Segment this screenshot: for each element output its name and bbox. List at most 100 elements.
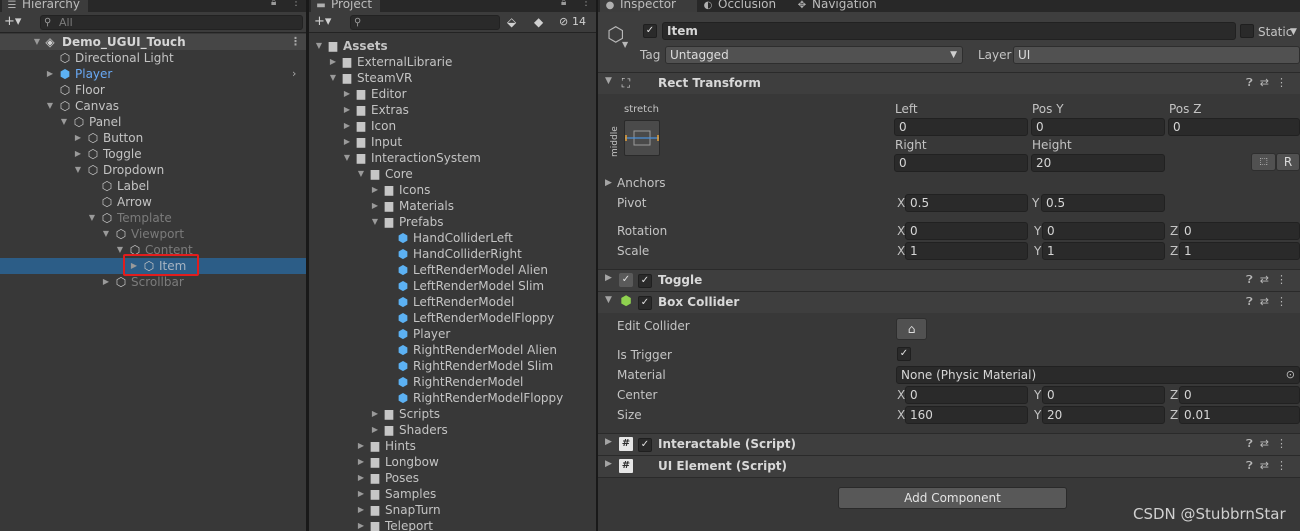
add-component-button[interactable]: Add Component — [838, 487, 1067, 509]
hierarchy-item[interactable]: ⬡ Arrow — [0, 194, 306, 210]
expand-arrow-icon[interactable]: ▼ — [370, 214, 380, 230]
project-folder-item[interactable]: ▼ ▆ SteamVR — [309, 70, 596, 86]
presets-icon[interactable]: ⇄ — [1260, 437, 1276, 450]
interactable-enabled-checkbox[interactable]: ✓ — [638, 438, 652, 452]
active-checkbox[interactable]: ✓ — [643, 24, 657, 38]
expand-arrow-icon[interactable]: ▼ — [605, 76, 612, 86]
expand-arrow-icon[interactable]: ▼ — [342, 150, 352, 166]
collapsed-arrow-icon[interactable]: ▶ — [605, 273, 612, 283]
size-z-field[interactable]: 0.01 — [1179, 406, 1300, 424]
is-trigger-checkbox[interactable]: ✓ — [897, 347, 911, 361]
project-folder-item[interactable]: ▶ ▆ ExternalLibrarie — [309, 54, 596, 70]
tab-hierarchy[interactable]: ☰ Hierarchy — [2, 0, 89, 12]
help-icon[interactable]: ❓︎ — [1246, 273, 1260, 286]
project-folder-item[interactable]: ▶ ▆ Icon — [309, 118, 596, 134]
collapsed-arrow-icon[interactable]: ▶ — [605, 175, 612, 191]
collapsed-arrow-icon[interactable]: ▶ — [342, 118, 352, 134]
project-prefab-item[interactable]: ⬢ Player — [309, 326, 596, 342]
collapsed-arrow-icon[interactable]: ▶ — [605, 437, 612, 447]
material-field[interactable]: None (Physic Material) ⊙ — [896, 366, 1300, 384]
project-prefab-item[interactable]: ⬢ LeftRenderModelFloppy — [309, 310, 596, 326]
presets-icon[interactable]: ⇄ — [1260, 295, 1276, 308]
project-prefab-item[interactable]: ⬢ HandColliderLeft — [309, 230, 596, 246]
kebab-menu-icon[interactable]: ⋮ — [1276, 273, 1294, 286]
expand-arrow-icon[interactable]: ▼ — [59, 114, 69, 130]
rotation-z-field[interactable]: 0 — [1179, 222, 1300, 240]
hierarchy-item[interactable]: ▶ ⬡ Toggle — [0, 146, 306, 162]
hierarchy-item[interactable]: ▶ ⬡ Scrollbar — [0, 274, 306, 290]
collapsed-arrow-icon[interactable]: ▶ — [370, 182, 380, 198]
kebab-menu-icon[interactable]: ⋮ — [1276, 295, 1294, 308]
collapsed-arrow-icon[interactable]: ▶ — [342, 134, 352, 150]
object-picker-icon[interactable]: ⊙ — [1286, 367, 1295, 383]
edit-collider-button[interactable]: ⌂ — [896, 318, 927, 340]
expand-arrow-icon[interactable]: ▼ — [605, 295, 612, 305]
hierarchy-item-selected[interactable]: ▶ ⬡ Item — [0, 258, 306, 274]
posz-field[interactable]: 0 — [1168, 118, 1300, 136]
ui-element-script-header[interactable]: ▶ # UI Element (Script) ❓︎⇄⋮ — [598, 455, 1300, 477]
kebab-menu-icon[interactable]: ⋮ — [1276, 76, 1294, 89]
hierarchy-item[interactable]: ⬡ Floor — [0, 82, 306, 98]
project-folder-item[interactable]: ▶ ▆ SnapTurn — [309, 502, 596, 518]
project-folder-item[interactable]: ▶ ▆ Longbow — [309, 454, 596, 470]
collapsed-arrow-icon[interactable]: ▶ — [342, 102, 352, 118]
hierarchy-item[interactable]: ▼ ⬡ Viewport — [0, 226, 306, 242]
pivot-y-field[interactable]: 0.5 — [1041, 194, 1165, 212]
interactable-script-header[interactable]: ▶ # ✓ Interactable (Script) ❓︎⇄⋮ — [598, 433, 1300, 455]
box-collider-header[interactable]: ▼ ⬢ ✓ Box Collider ❓︎⇄⋮ — [598, 291, 1300, 313]
icon-dropdown-arrow-icon[interactable]: ▼ — [622, 40, 628, 49]
expand-arrow-icon[interactable]: ▼ — [356, 166, 366, 182]
component-header-buttons[interactable]: ❓︎⇄⋮ — [1246, 459, 1294, 473]
component-header-buttons[interactable]: ❓︎⇄⋮ — [1246, 437, 1294, 451]
filter-by-type-icon[interactable]: ⬙ — [507, 13, 516, 31]
tab-occlusion[interactable]: ◐ Occlusion — [698, 0, 784, 12]
project-folder-item[interactable]: ▶ ▆ Teleport — [309, 518, 596, 531]
project-folder-item[interactable]: ▼ ▆ Prefabs — [309, 214, 596, 230]
raw-edit-button[interactable]: R — [1276, 153, 1300, 171]
posy-field[interactable]: 0 — [1031, 118, 1165, 136]
kebab-menu-icon[interactable]: ⋮ — [1276, 437, 1294, 450]
collapsed-arrow-icon[interactable]: ▶ — [129, 258, 139, 274]
blueprint-mode-button[interactable]: ⬚ — [1251, 153, 1276, 171]
layer-dropdown[interactable]: UI — [1013, 46, 1300, 64]
presets-icon[interactable]: ⇄ — [1260, 273, 1276, 286]
project-prefab-item[interactable]: ⬢ RightRenderModel — [309, 374, 596, 390]
scale-x-field[interactable]: 1 — [905, 242, 1028, 260]
project-folder-item[interactable]: ▶ ▆ Icons — [309, 182, 596, 198]
collapsed-arrow-icon[interactable]: ▶ — [356, 486, 366, 502]
presets-icon[interactable]: ⇄ — [1260, 459, 1276, 472]
project-prefab-item[interactable]: ⬢ LeftRenderModel Slim — [309, 278, 596, 294]
project-folder-item[interactable]: ▶ ▆ Hints — [309, 438, 596, 454]
center-y-field[interactable]: 0 — [1042, 386, 1165, 404]
collapsed-arrow-icon[interactable]: ▶ — [356, 470, 366, 486]
expand-arrow-icon[interactable]: ▼ — [87, 210, 97, 226]
collapsed-arrow-icon[interactable]: ▶ — [356, 502, 366, 518]
project-prefab-item[interactable]: ⬢ RightRenderModelFloppy — [309, 390, 596, 406]
rect-transform-header[interactable]: ▼ ⛶ Rect Transform ❓︎⇄⋮ — [598, 72, 1300, 94]
hierarchy-item[interactable]: ▼ ⬡ Panel — [0, 114, 306, 130]
right-field[interactable]: 0 — [894, 154, 1028, 172]
center-x-field[interactable]: 0 — [905, 386, 1028, 404]
static-checkbox[interactable] — [1240, 24, 1254, 38]
project-folder-item[interactable]: ▼ ▆ InteractionSystem — [309, 150, 596, 166]
collapsed-arrow-icon[interactable]: ▶ — [356, 438, 366, 454]
expand-arrow-icon[interactable]: ▼ — [73, 162, 83, 178]
component-header-buttons[interactable]: ❓︎⇄⋮ — [1246, 76, 1294, 90]
project-prefab-item[interactable]: ⬢ LeftRenderModel — [309, 294, 596, 310]
chevron-right-icon[interactable]: › — [292, 66, 296, 82]
help-icon[interactable]: ❓︎ — [1246, 437, 1260, 450]
project-prefab-item[interactable]: ⬢ LeftRenderModel Alien — [309, 262, 596, 278]
hierarchy-item[interactable]: ⬡ Label — [0, 178, 306, 194]
expand-arrow-icon[interactable]: ▼ — [101, 226, 111, 242]
hierarchy-item[interactable]: ▼ ⬡ Template — [0, 210, 306, 226]
collapsed-arrow-icon[interactable]: ▶ — [370, 422, 380, 438]
tag-dropdown[interactable]: Untagged ▼ — [665, 46, 963, 64]
help-icon[interactable]: ❓︎ — [1246, 295, 1260, 308]
rotation-x-field[interactable]: 0 — [905, 222, 1028, 240]
toggle-enabled-checkbox[interactable]: ✓ — [638, 274, 652, 288]
kebab-menu-icon[interactable]: ⋮ — [291, 0, 301, 10]
collapsed-arrow-icon[interactable]: ▶ — [605, 459, 612, 469]
toggle-component-header[interactable]: ▶ ✓ ✓ Toggle ❓︎⇄⋮ — [598, 269, 1300, 291]
project-folder-item[interactable]: ▶ ▆ Samples — [309, 486, 596, 502]
project-folder-item[interactable]: ▶ ▆ Shaders — [309, 422, 596, 438]
